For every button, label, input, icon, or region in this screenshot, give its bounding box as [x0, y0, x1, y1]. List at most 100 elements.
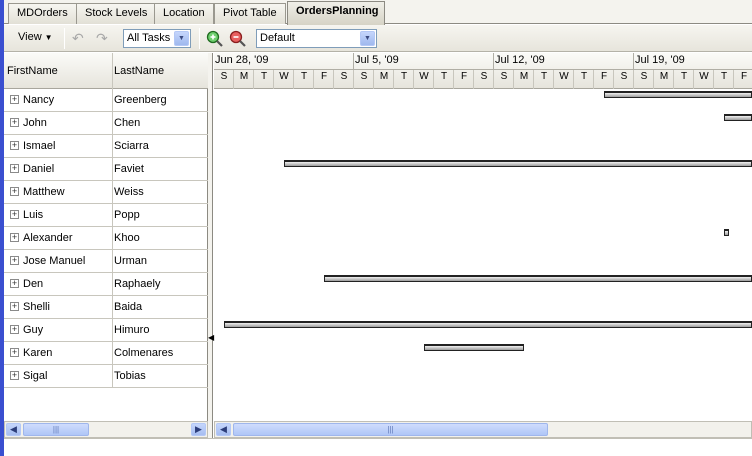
- table-row[interactable]: + Daniel Faviet: [4, 158, 208, 181]
- expand-icon[interactable]: +: [10, 141, 19, 150]
- gantt-chart: Jun 28, '09 Jul 5, '09 Jul 12, '09 Jul 19, …: [214, 53, 752, 421]
- table-row[interactable]: + Jose Manuel Urman: [4, 250, 208, 273]
- zoom-in-icon[interactable]: [206, 30, 223, 47]
- table-row[interactable]: + Guy Himuro: [4, 319, 208, 342]
- task-bar[interactable]: [284, 160, 752, 167]
- tab-orders-planning[interactable]: OrdersPlanning: [287, 1, 385, 25]
- column-header-firstname[interactable]: FirstName: [7, 65, 58, 77]
- scroll-left-icon[interactable]: ◀: [6, 423, 21, 436]
- last-name-cell: Tobias: [114, 370, 146, 382]
- tab-stock-levels[interactable]: Stock Levels: [76, 3, 157, 24]
- day-divider: [613, 70, 614, 89]
- day-divider: [533, 70, 534, 89]
- expand-icon[interactable]: +: [10, 233, 19, 242]
- expand-icon[interactable]: +: [10, 348, 19, 357]
- tab-bar: MDOrders Stock Levels Location Pivot Tab…: [4, 0, 752, 25]
- last-name-cell: Colmenares: [114, 347, 174, 359]
- day-divider: [633, 70, 634, 89]
- last-name-cell: Urman: [114, 255, 148, 267]
- table-row[interactable]: + John Chen: [4, 112, 208, 135]
- day-divider: [273, 70, 274, 89]
- first-name-cell: Alexander: [23, 232, 73, 244]
- table-row[interactable]: + Shelli Baida: [4, 296, 208, 319]
- expand-icon[interactable]: +: [10, 279, 19, 288]
- toolbar-separator: [64, 28, 65, 49]
- table-row[interactable]: + Matthew Weiss: [4, 181, 208, 204]
- scroll-thumb[interactable]: |||: [23, 423, 89, 436]
- task-bar[interactable]: [424, 344, 524, 351]
- table-row[interactable]: + Den Raphaely: [4, 273, 208, 296]
- pane-splitter[interactable]: ◀: [208, 53, 214, 438]
- table-horizontal-scrollbar[interactable]: ◀ ||| ▶: [4, 421, 208, 438]
- expand-icon[interactable]: +: [10, 256, 19, 265]
- last-name-cell: Raphaely: [114, 278, 161, 290]
- table-row[interactable]: + Alexander Khoo: [4, 227, 208, 250]
- day-divider: [553, 70, 554, 89]
- day-divider: [393, 70, 394, 89]
- expand-icon[interactable]: +: [10, 210, 19, 219]
- day-label: S: [640, 71, 648, 82]
- last-name-cell: Greenberg: [114, 94, 167, 106]
- first-name-cell: John: [23, 117, 47, 129]
- table-row[interactable]: + Sigal Tobias: [4, 365, 208, 388]
- first-name-cell: Karen: [23, 347, 53, 359]
- zoom-out-icon[interactable]: [229, 30, 246, 47]
- view-menu-button[interactable]: View ▼: [18, 29, 58, 48]
- column-header-lastname[interactable]: LastName: [114, 65, 164, 77]
- day-label: S: [340, 71, 348, 82]
- day-label: T: [300, 71, 308, 82]
- last-name-cell: Weiss: [114, 186, 144, 198]
- task-table: FirstName LastName + Nancy Greenberg + John C…: [4, 53, 208, 421]
- layout-select-value: Default: [260, 32, 295, 44]
- tab-mdorders[interactable]: MDOrders: [8, 3, 77, 24]
- task-filter-select[interactable]: All Tasks ▼: [123, 29, 191, 48]
- day-divider: [693, 70, 694, 89]
- scroll-thumb[interactable]: |||: [233, 423, 548, 436]
- layout-select[interactable]: Default ▼: [256, 29, 377, 48]
- expand-icon[interactable]: +: [10, 302, 19, 311]
- day-label: T: [400, 71, 408, 82]
- table-header: FirstName LastName: [4, 53, 208, 89]
- day-divider: [473, 70, 474, 89]
- expand-icon[interactable]: +: [10, 371, 19, 380]
- task-bar[interactable]: [724, 114, 752, 121]
- undo-icon[interactable]: ↶: [72, 31, 88, 46]
- day-divider: [673, 70, 674, 89]
- day-label: T: [260, 71, 268, 82]
- day-label: S: [500, 71, 508, 82]
- gantt-horizontal-scrollbar[interactable]: ◀ |||: [214, 421, 752, 438]
- last-name-cell: Sciarra: [114, 140, 149, 152]
- view-menu-label: View: [18, 31, 42, 43]
- day-divider: [353, 70, 354, 89]
- expand-icon[interactable]: +: [10, 187, 19, 196]
- day-divider: [433, 70, 434, 89]
- first-name-cell: Ismael: [23, 140, 56, 152]
- expand-icon[interactable]: +: [10, 325, 19, 334]
- scroll-right-icon[interactable]: ▶: [191, 423, 206, 436]
- expand-icon[interactable]: +: [10, 118, 19, 127]
- day-label: F: [320, 71, 328, 82]
- task-bar[interactable]: [224, 321, 752, 328]
- task-filter-value: All Tasks: [127, 32, 171, 44]
- task-bar[interactable]: [604, 91, 752, 98]
- scroll-left-icon[interactable]: ◀: [216, 423, 231, 436]
- last-name-cell: Himuro: [114, 324, 150, 336]
- day-label: S: [480, 71, 488, 82]
- day-label: M: [519, 71, 529, 82]
- day-divider: [653, 70, 654, 89]
- table-row[interactable]: + Nancy Greenberg: [4, 89, 208, 112]
- table-row[interactable]: + Luis Popp: [4, 204, 208, 227]
- table-row[interactable]: + Karen Colmenares: [4, 342, 208, 365]
- timeline-header-divider: [214, 69, 752, 70]
- expand-icon[interactable]: +: [10, 95, 19, 104]
- day-label: F: [740, 71, 748, 82]
- tab-location[interactable]: Location: [154, 3, 214, 24]
- expand-icon[interactable]: +: [10, 164, 19, 173]
- task-bar[interactable]: [724, 229, 729, 236]
- tab-pivot-table[interactable]: Pivot Table: [214, 3, 286, 24]
- table-row[interactable]: + Ismael Sciarra: [4, 135, 208, 158]
- task-bar[interactable]: [324, 275, 752, 282]
- day-divider: [413, 70, 414, 89]
- week-label: Jul 19, '09: [635, 54, 685, 66]
- redo-icon[interactable]: ↷: [96, 31, 112, 46]
